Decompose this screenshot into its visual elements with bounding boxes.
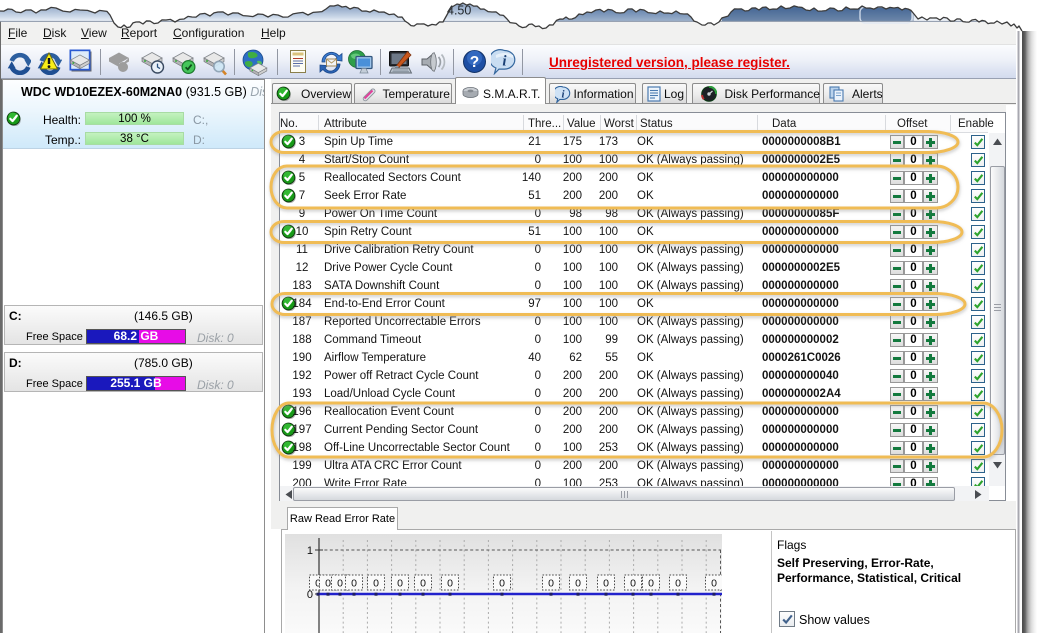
svg-text:0: 0	[499, 578, 505, 590]
svg-text:0: 0	[603, 578, 609, 590]
svg-text:0: 0	[325, 578, 331, 590]
svg-text:0: 0	[548, 578, 554, 590]
svg-text:0: 0	[630, 578, 636, 590]
svg-text:?: ?	[470, 54, 479, 71]
svg-text:0: 0	[575, 578, 581, 590]
svg-text:0: 0	[307, 589, 313, 601]
svg-text:0: 0	[648, 578, 654, 590]
svg-text:0: 0	[397, 578, 403, 590]
svg-text:4.50: 4.50	[447, 4, 471, 18]
svg-text:0: 0	[337, 578, 343, 590]
svg-text:0: 0	[351, 578, 357, 590]
svg-text:1: 1	[307, 545, 313, 557]
svg-text:0: 0	[447, 578, 453, 590]
svg-text:0: 0	[675, 578, 681, 590]
svg-text:0: 0	[420, 578, 426, 590]
svg-text:0: 0	[711, 578, 717, 590]
svg-text:0: 0	[373, 578, 379, 590]
